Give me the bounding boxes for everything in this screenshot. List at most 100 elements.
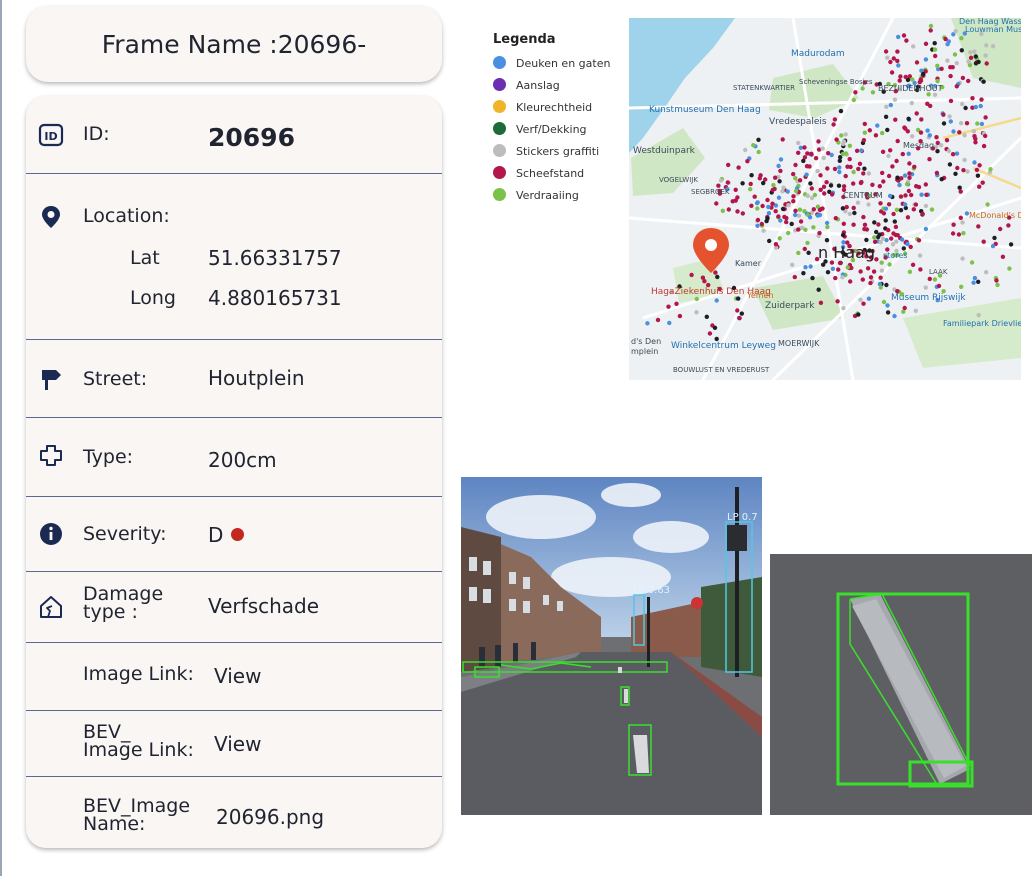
damage-marker [894, 207, 900, 212]
damage-marker [906, 188, 912, 194]
image-link-label: Image Link: [83, 663, 194, 685]
damage-marker [860, 277, 865, 282]
damage-marker [895, 49, 900, 54]
damage-marker [860, 86, 865, 91]
damage-marker [968, 55, 974, 60]
legend-item: Verf/Dekking [493, 122, 587, 140]
damage-marker [895, 175, 900, 180]
damage-marker [932, 41, 937, 46]
damage-marker [893, 117, 898, 122]
legend-item-label: Verf/Dekking [516, 123, 587, 136]
damage-marker [886, 173, 892, 179]
damage-marker [851, 181, 856, 186]
legend-item-label: Scheefstand [516, 167, 585, 180]
damage-marker [879, 260, 884, 265]
damage-marker [861, 301, 866, 306]
damage-marker [829, 192, 835, 197]
damage-marker [749, 203, 754, 208]
damage-marker [816, 287, 821, 292]
legend-item-label: Stickers graffiti [516, 145, 600, 158]
damage-marker [666, 304, 671, 309]
damage-marker [806, 250, 811, 255]
damage-marker [936, 283, 942, 289]
severity-value: D [208, 523, 224, 547]
damage-marker [809, 186, 814, 191]
signpost-icon [42, 370, 61, 390]
damage-marker [920, 211, 925, 217]
damage-marker [981, 239, 986, 244]
damage-marker [896, 34, 901, 40]
frame-title-card: Frame Name :20696- [26, 6, 442, 82]
damage-marker [735, 308, 740, 313]
damage-marker [805, 151, 810, 156]
damage-marker [773, 209, 778, 214]
damage-marker [888, 148, 893, 153]
damage-marker [866, 202, 871, 207]
map-label-scheveningse: Scheveningse Bosjes [799, 78, 873, 86]
damage-marker [889, 70, 895, 75]
damage-marker [932, 92, 938, 98]
damage-marker [824, 238, 830, 243]
damage-marker [902, 173, 908, 178]
damage-marker [898, 74, 903, 79]
damage-marker [962, 157, 967, 163]
damage-marker [726, 162, 731, 168]
damage-marker [851, 97, 856, 103]
damage-marker [928, 103, 933, 109]
image-link-view[interactable]: View [214, 664, 261, 688]
map-label-den-haag-top: Den Haag Wasse [959, 18, 1021, 26]
damage-marker [836, 267, 841, 272]
damage-marker [923, 57, 929, 62]
bev-image-name-row: BEV_Image Name: 20696.png [26, 777, 442, 847]
damage-marker [828, 183, 834, 188]
damage-marker [786, 230, 791, 236]
damage-marker [811, 207, 816, 212]
damage-marker [865, 266, 871, 271]
damage-marker [907, 269, 913, 274]
damage-marker [892, 97, 898, 102]
damage-marker [959, 48, 964, 53]
damage-marker [808, 181, 813, 186]
damage-marker [755, 206, 760, 211]
damage-marker [951, 129, 956, 134]
damage-marker [977, 184, 982, 189]
damage-marker [972, 275, 978, 281]
damage-marker [825, 166, 830, 171]
legend-color-dot [493, 56, 506, 69]
bev-image-link-view[interactable]: View [214, 732, 261, 756]
damage-marker [833, 275, 838, 281]
detection-label-b: LP 0.63 [633, 585, 670, 596]
damage-marker [754, 200, 760, 206]
damage-marker [840, 206, 846, 211]
damage-marker [689, 272, 694, 278]
damage-marker [773, 175, 778, 180]
damage-marker [740, 211, 745, 216]
map-label-zuiderpark: Zuiderpark [765, 301, 815, 311]
damage-marker [720, 208, 725, 213]
damage-marker [951, 222, 956, 227]
damage-marker [707, 331, 713, 336]
map-label-mesdag: Mesdag [903, 141, 934, 150]
damage-marker [858, 269, 863, 274]
damage-marker [817, 212, 823, 218]
map-label-kunstmuseum: Kunstmuseum Den Haag [649, 105, 761, 115]
damage-marker [990, 243, 996, 249]
damage-marker [802, 246, 807, 252]
damage-map[interactable]: n Haag Madurodam Kunstmuseum Den Haag Vr… [473, 18, 1021, 380]
damage-marker [923, 41, 929, 46]
damage-marker [908, 244, 913, 250]
bev-scene [770, 554, 1032, 815]
damage-marker [948, 119, 953, 124]
damage-marker [923, 226, 929, 232]
map-label-centrum: CENTRUM [843, 191, 883, 200]
damage-marker [971, 280, 976, 285]
damage-marker [881, 179, 886, 184]
damage-marker [983, 133, 988, 139]
damage-marker [871, 269, 877, 274]
damage-marker [884, 282, 889, 288]
damage-marker [858, 297, 863, 302]
damage-marker [840, 275, 845, 280]
damage-marker [964, 121, 970, 126]
damage-marker [886, 227, 891, 233]
damage-marker [935, 149, 940, 154]
